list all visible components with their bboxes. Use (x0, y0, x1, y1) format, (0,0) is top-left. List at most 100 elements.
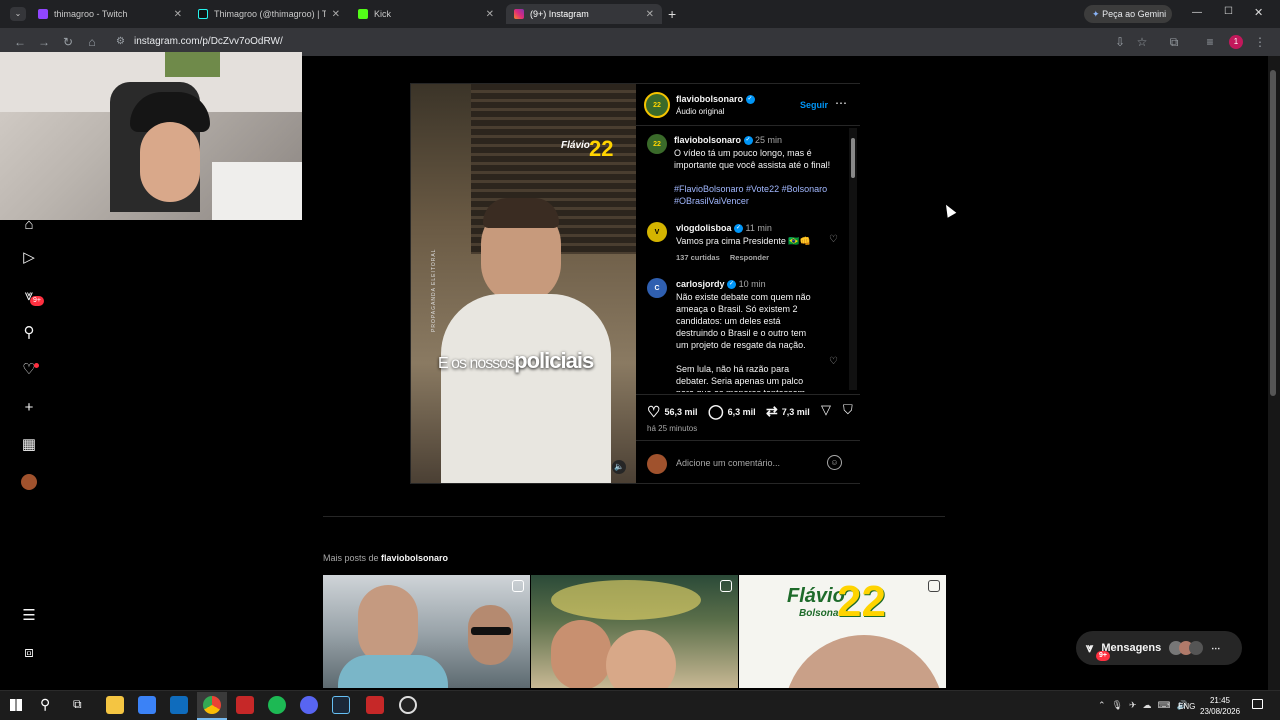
steam-icon[interactable] (332, 696, 350, 714)
instagram-icon (514, 9, 524, 19)
notification-center-icon[interactable] (1252, 699, 1263, 709)
follow-button[interactable]: Seguir (800, 100, 828, 110)
comment-avatar[interactable]: V (647, 222, 667, 242)
person-face (551, 620, 611, 688)
more-post-thumbnail-3[interactable]: Flávio Bolsonaro 22 (739, 575, 946, 688)
windows-start-icon[interactable] (10, 699, 22, 711)
audio-label[interactable]: Áudio original (676, 107, 724, 116)
task-view-icon[interactable]: ⧉ (73, 697, 82, 712)
reel-icon (928, 580, 940, 592)
person-face (358, 585, 418, 665)
maximize-button[interactable]: ☐ (1224, 6, 1233, 17)
reel-icon (512, 580, 524, 592)
comments-area[interactable]: 22 flaviobolsonaro ✓ 25 min O vídeo tá u… (636, 126, 860, 392)
webcam-overlay (0, 52, 302, 220)
profile-avatar[interactable]: 1 (1229, 35, 1243, 49)
close-window-button[interactable]: ✕ (1254, 6, 1263, 19)
tab-kick[interactable]: Kick ✕ (350, 4, 502, 24)
store-icon[interactable] (138, 696, 156, 714)
close-tab-icon[interactable]: ✕ (646, 9, 654, 20)
author-username[interactable]: flaviobolsonaro ✓ (676, 94, 755, 105)
guard-head (468, 605, 513, 665)
clock[interactable]: 21:45 23/08/2026 (1200, 695, 1240, 717)
profile-avatar[interactable] (21, 474, 37, 490)
tab-twitch[interactable]: thimagroo - Twitch ✕ (30, 4, 190, 24)
gemini-button[interactable]: ✦ Peça ao Gemini (1084, 5, 1172, 23)
heart-icon: ♡ (647, 404, 661, 421)
more-post-thumbnail-1[interactable] (323, 575, 530, 688)
repost-button[interactable]: ⇄ 7,3 mil (766, 403, 810, 420)
more-options-icon[interactable]: ⋯ (835, 96, 847, 110)
comments-scrollbar-thumb[interactable] (851, 138, 855, 178)
voice-app-icon[interactable] (236, 696, 254, 714)
back-icon[interactable]: ← (12, 34, 28, 50)
notification-dot (34, 363, 39, 368)
forward-icon[interactable]: → (36, 34, 52, 50)
tab-instagram[interactable]: (9+) Instagram ✕ (506, 4, 662, 24)
post-timestamp[interactable]: há 25 minutos (647, 424, 697, 433)
new-tab-button[interactable]: + (668, 6, 676, 22)
obs-icon[interactable] (399, 696, 417, 714)
speaker-hair (483, 198, 559, 228)
language-indicator[interactable]: ENG (1178, 702, 1195, 711)
share-icon[interactable]: ▽ (821, 402, 831, 418)
add-comment-input[interactable]: Adicione um comentário... (676, 458, 780, 468)
reload-icon[interactable]: ↻ (60, 34, 76, 50)
verified-icon: ✓ (743, 136, 753, 146)
candidate-face (784, 635, 944, 688)
minimize-button[interactable]: — (1192, 7, 1202, 18)
comment-avatar[interactable]: C (647, 278, 667, 298)
emoji-icon[interactable]: ☺ (827, 455, 842, 470)
site-info-icon[interactable]: ⚙ (116, 32, 125, 52)
chrome-menu-icon[interactable]: ⋮ (1252, 34, 1268, 50)
chrome-icon[interactable] (203, 696, 221, 714)
mute-icon[interactable]: 🔈 (612, 460, 626, 474)
tab-search-button[interactable]: ⌄ (10, 7, 26, 21)
side-cabinet (212, 162, 302, 220)
reel-video[interactable]: Flávio 22 PROPAGANDA ELEITORAL E os noss… (411, 84, 636, 483)
caption-avatar[interactable]: 22 (647, 134, 667, 154)
close-tab-icon[interactable]: ✕ (486, 9, 494, 20)
also-from-meta-icon[interactable]: ⧈ (20, 644, 38, 662)
more-icon: ⋯ (1211, 642, 1221, 653)
caption-hashtags[interactable]: #FlavioBolsonaro #Vote22 #Bolsonaro #OBr… (674, 183, 840, 207)
person-shirt (338, 655, 448, 688)
messages-button[interactable]: ⩔ 9+ Mensagens ⋯ (1076, 631, 1242, 665)
search-icon[interactable]: ⚲ (20, 324, 38, 342)
file-explorer-icon[interactable] (106, 696, 124, 714)
media-icon[interactable]: ≡ (1202, 34, 1218, 50)
reels-icon[interactable]: ▷ (20, 249, 38, 267)
home-icon[interactable]: ⌂ (84, 34, 100, 50)
dashboard-icon[interactable]: ▦ (20, 436, 38, 454)
install-app-icon[interactable]: ⇩ (1112, 34, 1128, 50)
spotify-icon[interactable] (268, 696, 286, 714)
scrollbar-thumb[interactable] (1270, 70, 1276, 396)
extensions-icon[interactable]: ⧉ (1166, 34, 1182, 50)
comment-box-divider (636, 440, 860, 441)
post-modal: Flávio 22 PROPAGANDA ELEITORAL E os noss… (410, 83, 860, 484)
person-face-2 (606, 630, 676, 688)
comment-like-heart-icon[interactable]: ♡ (829, 356, 838, 367)
tab-tiktok[interactable]: Thimagroo (@thimagroo) | Tik ✕ (190, 4, 348, 24)
close-tab-icon[interactable]: ✕ (332, 9, 340, 20)
address-bar[interactable]: ⚙ instagram.com/p/DcZvv7oOdRW/ (112, 32, 1112, 52)
messages-badge: 9+ (1096, 651, 1110, 661)
outlook-icon[interactable] (170, 696, 188, 714)
comment-meta: 137 curtidas Responder (676, 253, 770, 262)
save-bookmark-icon[interactable]: ⛉ (843, 402, 853, 418)
notifications-badge: 9+ (30, 296, 44, 306)
discord-icon[interactable] (300, 696, 318, 714)
like-button[interactable]: ♡ 56,3 mil (647, 403, 697, 421)
more-menu-icon[interactable]: ☰ (20, 607, 38, 625)
bookmark-star-icon[interactable]: ☆ (1134, 34, 1150, 50)
voice-app-2-icon[interactable] (366, 696, 384, 714)
author-avatar[interactable]: 22 (644, 92, 670, 118)
more-post-thumbnail-2[interactable] (531, 575, 738, 688)
comment-button[interactable]: ◯ 6,3 mil (708, 403, 756, 420)
direct-messages-icon: ⩔ (1086, 640, 1094, 655)
create-icon[interactable]: + (20, 399, 38, 417)
comment-like-heart-icon[interactable]: ♡ (829, 234, 838, 245)
close-tab-icon[interactable]: ✕ (174, 9, 182, 20)
search-icon[interactable]: ⚲ (40, 696, 50, 713)
comment-text: Não existe debate com quem não ameaça o … (676, 292, 811, 350)
